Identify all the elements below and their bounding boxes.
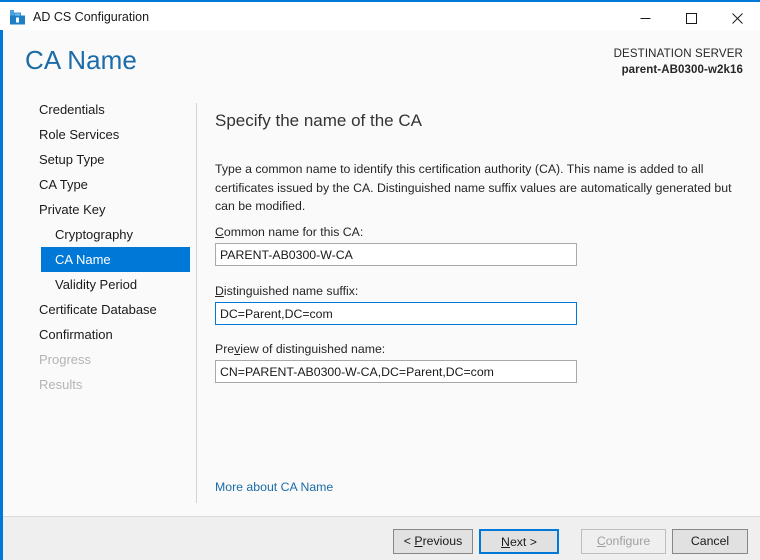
window-title: AD CS Configuration: [33, 10, 150, 24]
preview-dn-label: Preview of distinguished name:: [215, 342, 385, 356]
sidebar-item-confirmation[interactable]: Confirmation: [3, 322, 196, 347]
button-label-rest: Cancel: [690, 534, 730, 548]
content-heading: Specify the name of the CA: [215, 111, 422, 130]
sidebar-item-credentials[interactable]: Credentials: [3, 97, 196, 122]
dn-suffix-label-accel: D: [215, 284, 224, 298]
preview-dn-label-rest: iew of distinguished name:: [240, 342, 386, 356]
wizard-content-pane: Specify the name of the CA Type a common…: [197, 97, 760, 515]
destination-server-label: DESTINATION SERVER: [613, 48, 743, 60]
preview-dn-input: [215, 360, 577, 383]
sidebar-item-ca-type[interactable]: CA Type: [3, 172, 196, 197]
dn-suffix-label-rest: istinguished name suffix:: [223, 284, 359, 298]
destination-server-block: DESTINATION SERVER parent-AB0300-w2k16: [614, 46, 743, 78]
common-name-input[interactable]: [215, 243, 577, 266]
button-label-accel: P: [414, 534, 423, 548]
sidebar-item-label: CA Type: [39, 177, 88, 192]
button-label-rest: onfigure: [605, 534, 651, 548]
common-name-label-accel: C: [215, 225, 224, 239]
sidebar-item-label: Role Services: [39, 127, 120, 142]
sidebar-item-label: Private Key: [39, 202, 106, 217]
sidebar-item-label: Confirmation: [39, 327, 113, 342]
destination-server-name: parent-AB0300-w2k16: [621, 64, 743, 76]
cancel-button[interactable]: Cancel: [672, 529, 748, 554]
title-bar: AD CS Configuration: [0, 0, 760, 30]
common-name-label: Common name for this CA:: [215, 225, 363, 239]
sidebar-item-results: Results: [3, 372, 196, 397]
wizard-header: CA Name DESTINATION SERVER parent-AB0300…: [3, 30, 760, 97]
content-description: Type a common name to identify this cert…: [215, 162, 732, 213]
close-icon: [731, 12, 743, 24]
sidebar-item-label: Progress: [39, 352, 92, 367]
sidebar-item-role-services[interactable]: Role Services: [3, 122, 196, 147]
sidebar-item-validity-period[interactable]: Validity Period: [3, 272, 196, 297]
maximize-icon: [685, 12, 697, 24]
adcs-configuration-window: AD CS Configuration CA Name DESTINATION …: [0, 0, 760, 560]
button-label-accel: C: [596, 534, 606, 548]
minimize-icon: [640, 17, 650, 19]
button-label-rest: revious: [422, 534, 463, 548]
adcs-toolbox-icon: [9, 9, 26, 26]
page-title: CA Name: [25, 45, 137, 75]
minimize-button[interactable]: [622, 4, 668, 32]
sidebar-item-label: Setup Type: [39, 152, 105, 167]
previous-button[interactable]: < Previous: [393, 529, 473, 554]
button-label-rest: ext >: [509, 535, 537, 549]
maximize-button[interactable]: [668, 4, 714, 32]
more-about-ca-name-link[interactable]: More about CA Name: [215, 480, 333, 494]
sidebar-item-ca-name[interactable]: CA Name: [41, 247, 190, 272]
sidebar-item-progress: Progress: [3, 347, 196, 372]
sidebar-item-label: Cryptography: [55, 227, 134, 242]
button-label-prefix: <: [403, 534, 415, 548]
next-button[interactable]: Next >: [479, 529, 559, 554]
sidebar-item-cryptography[interactable]: Cryptography: [3, 222, 196, 247]
configure-button: Configure: [581, 529, 666, 554]
sidebar-item-label: Credentials: [39, 102, 105, 117]
dn-suffix-label: Distinguished name suffix:: [215, 284, 358, 298]
sidebar-item-certificate-database[interactable]: Certificate Database: [3, 297, 196, 322]
sidebar-item-label: Certificate Database: [39, 302, 157, 317]
button-label-accel: N: [501, 535, 510, 549]
wizard-footer: < Previous Next > Configure Cancel: [3, 516, 760, 560]
sidebar-item-label: Validity Period: [55, 277, 138, 292]
sidebar-item-label: Results: [39, 377, 83, 392]
sidebar-item-label: CA Name: [55, 252, 111, 267]
sidebar-item-setup-type[interactable]: Setup Type: [3, 147, 196, 172]
close-button[interactable]: [714, 4, 760, 32]
dn-suffix-input[interactable]: [215, 302, 577, 325]
preview-dn-label-prefix: Pre: [215, 342, 235, 356]
wizard-step-nav: Credentials Role Services Setup Type CA Typ…: [3, 97, 196, 515]
common-name-label-rest: ommon name for this CA:: [223, 225, 364, 239]
sidebar-item-private-key[interactable]: Private Key: [3, 197, 196, 222]
